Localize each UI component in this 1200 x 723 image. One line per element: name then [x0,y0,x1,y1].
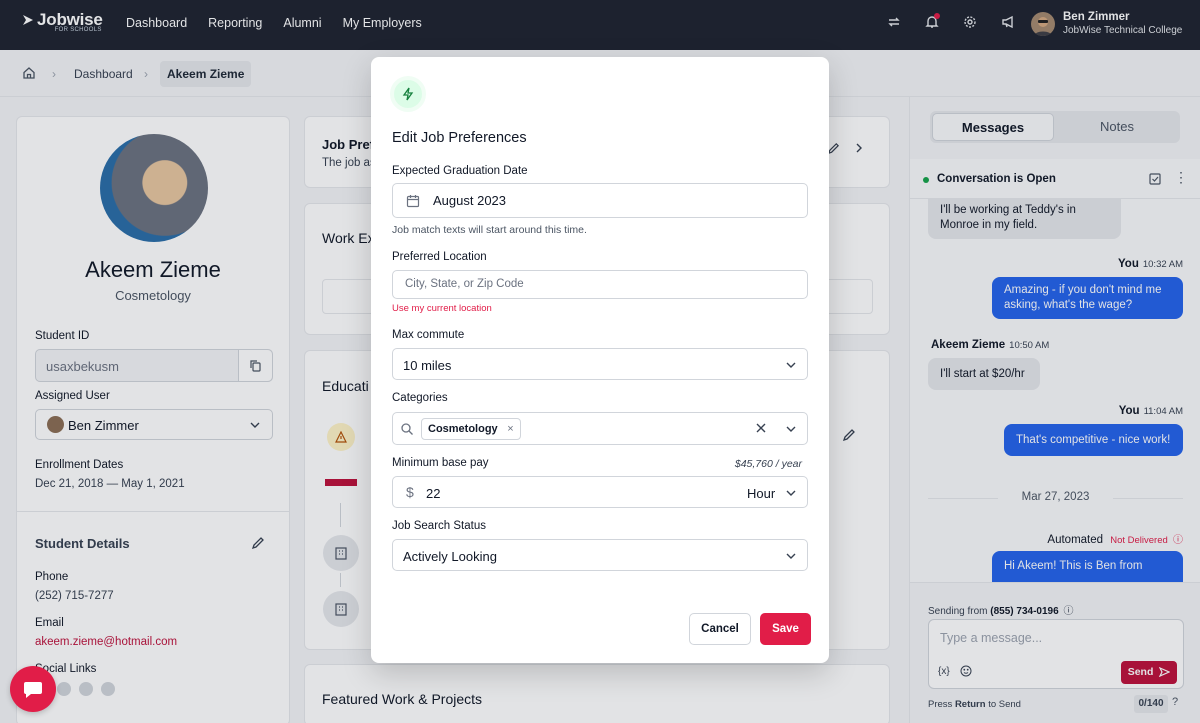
job-search-status-select[interactable]: Actively Looking [392,539,808,571]
edit-job-preferences-modal: Edit Job Preferences Expected Graduation… [371,57,829,663]
save-button[interactable]: Save [760,613,811,645]
pay-unit-select[interactable]: Hour [747,486,775,501]
job-search-status-value: Actively Looking [403,549,497,564]
chevron-down-icon [785,550,797,565]
job-search-status-label: Job Search Status [392,520,486,532]
category-chip: Cosmetology × [421,418,521,440]
chevron-down-icon [785,359,797,374]
max-commute-label: Max commute [392,329,465,341]
max-commute-select[interactable]: 10 miles [392,348,808,380]
minimum-pay-label: Minimum base pay [392,457,489,469]
chip-remove-icon[interactable]: × [507,419,513,439]
graduation-help-text: Job match texts will start around this t… [392,224,587,236]
lightning-icon [390,76,426,112]
chevron-down-icon[interactable] [785,487,797,502]
preferred-location-placeholder: City, State, or Zip Code [405,278,524,290]
clear-icon[interactable] [755,422,767,437]
graduation-date-field[interactable]: August 2023 [392,183,808,218]
chevron-down-icon[interactable] [785,423,797,438]
graduation-date-label: Expected Graduation Date [392,165,528,177]
annual-pay: $45,760 / year [734,458,802,470]
minimum-pay-value: 22 [426,486,441,501]
cancel-button[interactable]: Cancel [689,613,751,645]
dollar-icon: $ [406,484,414,500]
chat-launcher-button[interactable] [10,666,56,712]
category-chip-label: Cosmetology [428,423,498,435]
use-current-location-link[interactable]: Use my current location [392,303,492,314]
categories-multiselect[interactable]: Cosmetology × [392,412,808,445]
preferred-location-label: Preferred Location [392,251,487,263]
graduation-date-value: August 2023 [433,193,507,208]
minimum-pay-field[interactable]: $ 22 Hour [392,476,808,508]
chat-bubble-icon [24,682,42,698]
search-icon [400,422,414,439]
calendar-icon [406,194,420,211]
preferred-location-input[interactable]: City, State, or Zip Code [392,270,808,299]
max-commute-value: 10 miles [403,358,452,373]
categories-label: Categories [392,392,448,404]
modal-title: Edit Job Preferences [392,130,527,146]
